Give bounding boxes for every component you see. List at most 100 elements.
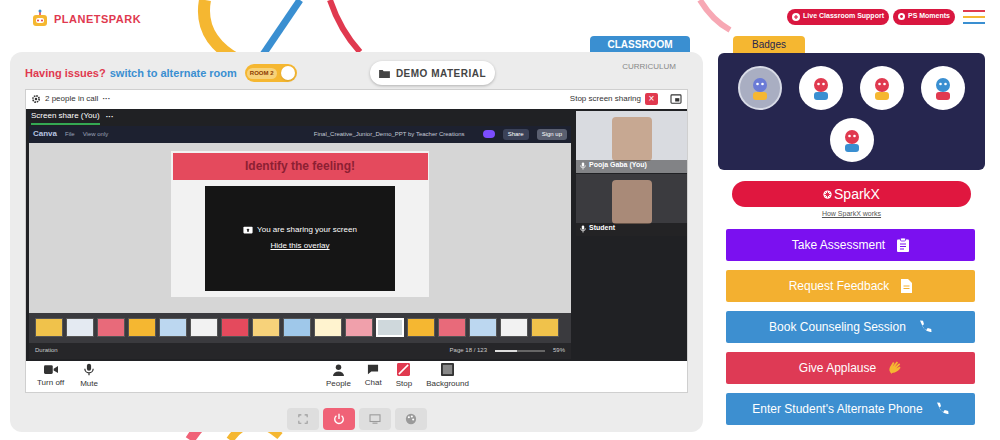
badge[interactable] (799, 66, 843, 110)
mic-icon (580, 162, 586, 170)
demo-material-label: DEMO MATERIAL (396, 66, 486, 81)
badge[interactable] (830, 118, 874, 162)
participant-tile[interactable]: Pooja Gaba (You) (576, 111, 687, 173)
slide-thumbnail[interactable] (438, 318, 466, 337)
action-button[interactable]: Give Applause (726, 352, 975, 384)
logo-robot-icon (30, 9, 50, 29)
camera-control[interactable]: Turn off (37, 364, 64, 389)
badges-title: Badges (752, 37, 786, 52)
page-indicator: Page 18 / 123 (450, 346, 487, 355)
header-button-label: Live Classroom Support (803, 11, 884, 22)
call-more-button[interactable]: ··· (102, 93, 110, 105)
background-control[interactable]: Background (426, 363, 469, 390)
control-label: Mute (80, 378, 98, 390)
issues-text: Having issues? (25, 65, 106, 82)
support-icon (792, 13, 800, 21)
action-button[interactable]: Book Counseling Session (726, 311, 975, 343)
slide-thumbnail[interactable] (66, 318, 94, 337)
slide-thumbnail[interactable] (221, 318, 249, 337)
slide-thumbnail[interactable] (252, 318, 280, 337)
slide-thumbnail[interactable] (407, 318, 435, 337)
participant-label: Pooja Gaba (You) (576, 160, 687, 173)
classroom-tab[interactable]: CLASSROOM (590, 36, 690, 52)
stop-control[interactable]: Stop (396, 363, 412, 390)
tool-row (25, 408, 688, 430)
slide-thumbnail[interactable] (159, 318, 187, 337)
top-header: PLANETSPARK Live Classroom Support PS Mom… (0, 0, 1000, 36)
sparkx-label: SparkX (834, 184, 880, 205)
badges-panel (718, 53, 985, 170)
slide-thumbnail[interactable] (345, 318, 373, 337)
people-icon (333, 364, 344, 376)
badge[interactable] (738, 66, 782, 110)
room-toggle-label: ROOM 2 (247, 68, 277, 79)
slide-thumbnail[interactable] (283, 318, 311, 337)
picture-in-picture-icon (670, 94, 682, 104)
share-more-button[interactable]: ··· (106, 111, 114, 123)
sparkx-icon (823, 190, 832, 199)
curriculum-tab[interactable]: CURRICULUM (620, 61, 678, 73)
action-button[interactable]: Enter Student's Alternate Phone (726, 393, 975, 425)
call-controls: Turn off Mute People Chat Stop Background (26, 361, 687, 392)
mic-control[interactable]: Mute (80, 363, 98, 390)
palette-button[interactable] (395, 408, 427, 430)
logo[interactable]: PLANETSPARK (30, 8, 141, 30)
action-button[interactable]: Request Feedback (726, 270, 975, 302)
stop-sharing-button[interactable]: × (645, 93, 658, 105)
issues-group: Having issues? switch to alternate room … (25, 64, 370, 82)
slide-thumbnail[interactable] (128, 318, 156, 337)
badge-icon (745, 73, 775, 103)
badge[interactable] (860, 66, 904, 110)
sparkx-help-link[interactable]: How SparkX works (822, 209, 881, 220)
app-share-button: Share (503, 129, 529, 140)
action-button[interactable]: Take Assessment (726, 229, 975, 261)
action-label: Give Applause (799, 359, 876, 377)
slide-thumbnail[interactable] (314, 318, 342, 337)
action-label: Enter Student's Alternate Phone (752, 400, 922, 418)
media-controls: Turn off Mute (34, 363, 98, 390)
header-button[interactable]: PS Moments (893, 9, 955, 25)
logo-text: PLANETSPARK (54, 11, 141, 28)
slide-thumbnail[interactable] (531, 318, 559, 337)
moments-icon (898, 13, 905, 20)
header-button[interactable]: Live Classroom Support (787, 9, 889, 25)
app-brand: Canva (33, 128, 57, 140)
people-control[interactable]: People (326, 364, 351, 390)
slide-title: Identify the feeling! (245, 157, 355, 175)
participant-name: Pooja Gaba (You) (589, 160, 647, 171)
action-label: Take Assessment (792, 236, 885, 254)
room-toggle[interactable]: ROOM 2 (245, 64, 297, 82)
slide-thumbnail[interactable] (376, 318, 404, 337)
chat-icon (367, 364, 379, 375)
switch-room-link[interactable]: switch to alternate room (110, 65, 237, 82)
header-actions: Live Classroom Support PS Moments (787, 8, 985, 25)
badge[interactable] (921, 66, 965, 110)
screen-button[interactable] (359, 408, 391, 430)
power-icon (333, 413, 345, 425)
zoom-value: 59% (553, 346, 565, 355)
background-icon (441, 363, 454, 376)
participant-tile[interactable]: Student (576, 174, 687, 236)
participants: Pooja Gaba (You) Student (574, 109, 687, 361)
app-signup-button: Sign up (537, 129, 567, 140)
slide-thumbnail[interactable] (500, 318, 528, 337)
slide-thumbnail[interactable] (35, 318, 63, 337)
power-button[interactable] (323, 408, 355, 430)
control-label: Background (426, 378, 469, 390)
screen-share: Screen share (You) ··· Canva FileView on… (26, 109, 574, 361)
zoom-track[interactable] (495, 350, 545, 352)
action-label: Request Feedback (789, 277, 890, 295)
slide-thumbnail[interactable] (469, 318, 497, 337)
call-stage: Screen share (You) ··· Canva FileView on… (26, 109, 687, 361)
demo-material-button[interactable]: DEMO MATERIAL (370, 61, 495, 85)
sparkx-button[interactable]: SparkX (732, 181, 971, 207)
slide-thumbnail[interactable] (97, 318, 125, 337)
fullscreen-button[interactable] (287, 408, 319, 430)
slide-thumbnail[interactable] (190, 318, 218, 337)
badge-icon (867, 73, 897, 103)
chat-control[interactable]: Chat (365, 364, 382, 389)
participant-video (612, 180, 652, 224)
phone-icon (935, 402, 949, 416)
hide-overlay-link[interactable]: Hide this overlay (270, 240, 329, 252)
side-column: Badges SparkX How SparkX works Take Asse… (718, 36, 985, 432)
